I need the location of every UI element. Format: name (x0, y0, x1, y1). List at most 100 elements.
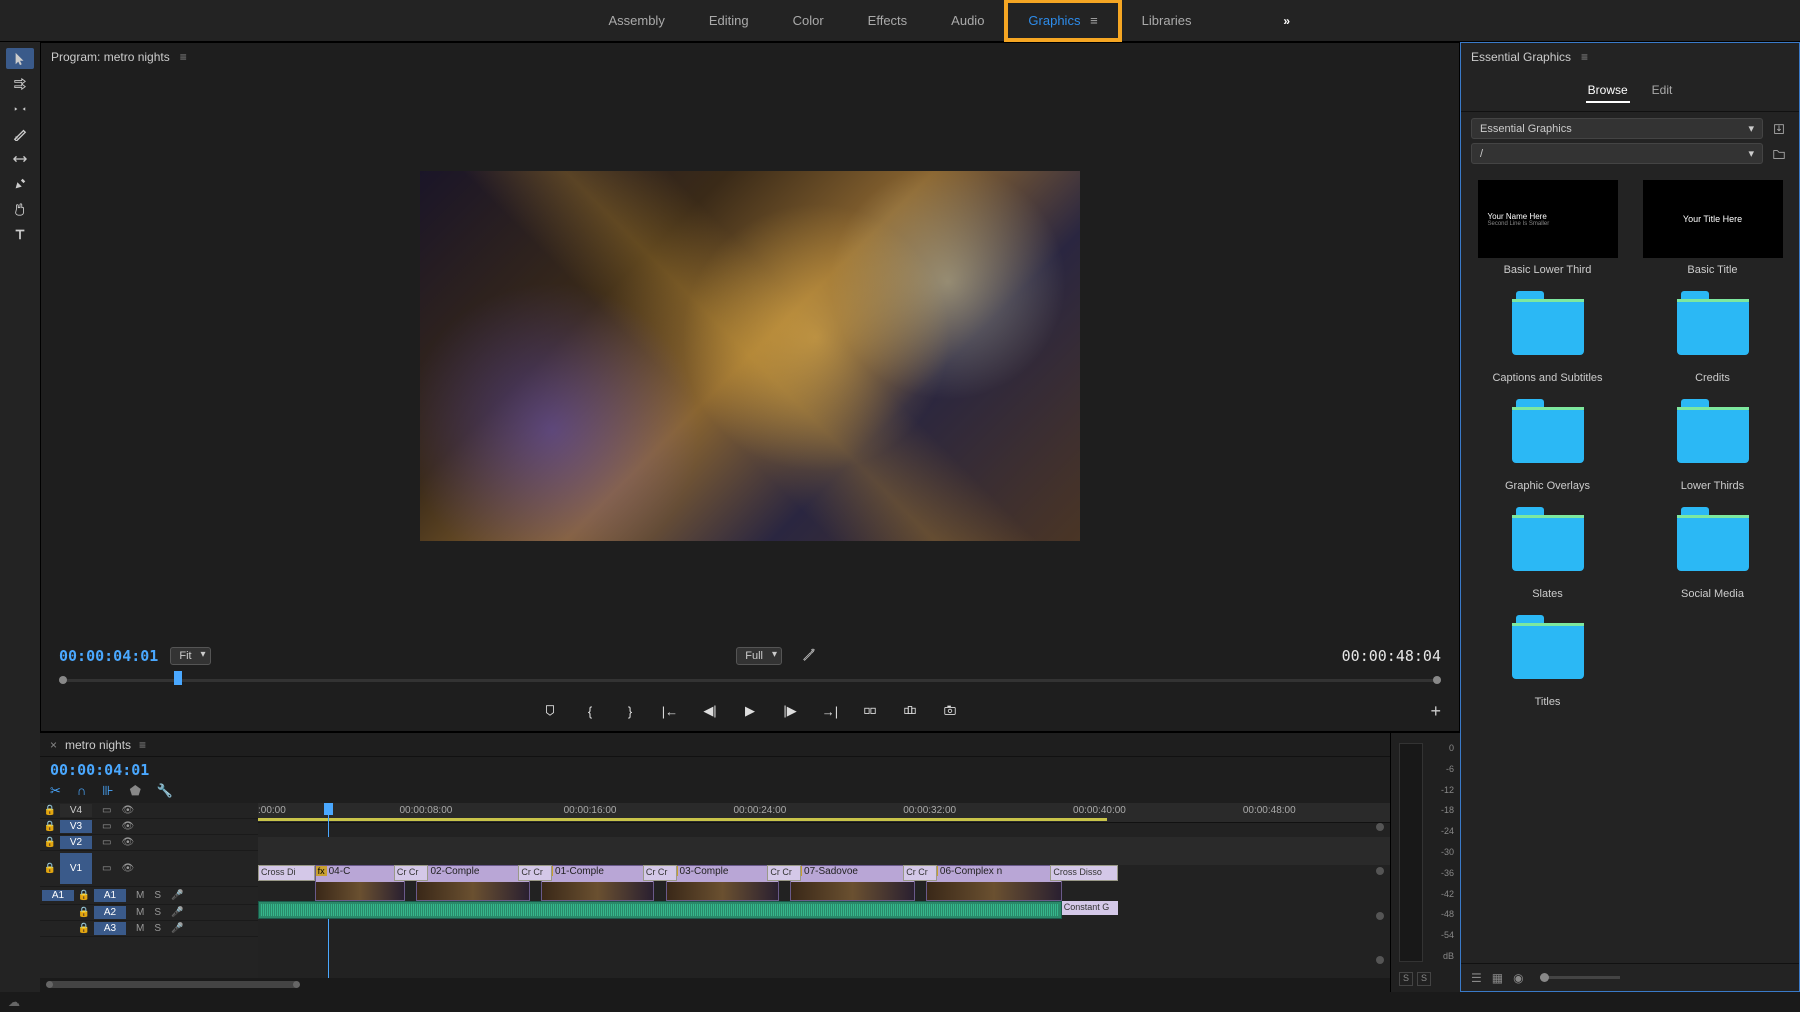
track-v4[interactable] (258, 823, 1390, 837)
timeline-tab[interactable]: × metro nights ≡ (40, 733, 1390, 757)
toggle-output-icon[interactable]: ▭ (102, 863, 111, 874)
mute-button[interactable]: M (136, 923, 144, 934)
solo-button[interactable]: S (154, 890, 161, 901)
program-panel-menu-icon[interactable]: ≡ (180, 50, 187, 64)
type-tool[interactable] (6, 223, 34, 244)
insert-mode-icon[interactable]: ✂ (50, 783, 61, 799)
video-clip[interactable]: fx04-C (315, 865, 406, 901)
eg-item[interactable]: Your Title HereBasic Title (1636, 180, 1789, 276)
video-clip[interactable]: fx01-Comple (541, 865, 654, 901)
track-a3[interactable] (258, 933, 1390, 947)
track-a2[interactable] (258, 919, 1390, 933)
eg-tab-edit[interactable]: Edit (1650, 79, 1675, 103)
eg-item[interactable]: Graphic Overlays (1471, 396, 1624, 492)
scrubber-playhead[interactable] (174, 671, 182, 685)
eg-tab-browse[interactable]: Browse (1586, 79, 1630, 103)
track-label-a1[interactable]: A1 (94, 889, 126, 902)
workspace-tab-audio[interactable]: Audio (929, 1, 1006, 40)
mark-in-icon[interactable] (541, 703, 559, 720)
voice-icon[interactable]: 🎤 (171, 890, 183, 901)
track-label-a3[interactable]: A3 (94, 922, 126, 935)
eg-thumbnail-size-slider[interactable] (1540, 976, 1620, 979)
workspace-tab-graphics[interactable]: Graphics ≡ (1006, 1, 1119, 40)
toggle-output-icon[interactable]: ▭ (102, 837, 111, 848)
track-resize-handle[interactable] (1376, 956, 1384, 964)
transition[interactable]: Cr Cr (767, 865, 801, 881)
program-viewer[interactable] (41, 71, 1459, 641)
transition[interactable]: Cr Cr (903, 865, 937, 881)
transition[interactable]: Cr Cr (518, 865, 552, 881)
timeline-tab-close-icon[interactable]: × (50, 738, 57, 752)
track-a1[interactable]: Constant G (258, 901, 1390, 919)
lock-icon[interactable]: 🔒 (74, 923, 94, 934)
track-resize-handle[interactable] (1376, 912, 1384, 920)
video-clip[interactable]: fx06-Complex n (926, 865, 1062, 901)
timeline-settings-icon[interactable]: 🔧 (157, 783, 173, 799)
program-scrubber[interactable] (59, 671, 1441, 691)
program-timecode-current[interactable]: 00:00:04:01 (59, 647, 158, 665)
razor-tool[interactable] (6, 123, 34, 144)
lock-icon[interactable]: 🔒 (40, 837, 60, 848)
track-resize-handle[interactable] (1376, 867, 1384, 875)
eg-grid-view-icon[interactable]: ▦ (1492, 971, 1503, 985)
program-zoom-select[interactable]: Fit (170, 647, 210, 665)
workspace-tab-libraries[interactable]: Libraries (1120, 1, 1214, 40)
go-to-in-button[interactable]: |← (661, 704, 679, 719)
meter-solo-right[interactable]: S (1417, 972, 1431, 986)
video-clip[interactable]: fx07-Sadovoe (790, 865, 915, 901)
eye-icon[interactable]: 👁 (121, 837, 134, 848)
eye-icon[interactable]: 👁 (121, 805, 134, 816)
selection-tool[interactable] (6, 48, 34, 69)
play-button[interactable]: ▶ (741, 703, 759, 719)
video-clip[interactable]: fx03-Comple (666, 865, 779, 901)
scrubber-start-handle[interactable] (59, 676, 67, 684)
transition[interactable]: Cr Cr (643, 865, 677, 881)
track-select-tool[interactable] (6, 73, 34, 94)
track-header-a2[interactable]: 🔒A2MS🎤 (40, 905, 258, 921)
track-label-v3[interactable]: V3 (60, 820, 92, 833)
go-to-out-button[interactable]: →| (821, 704, 839, 719)
transition[interactable]: Cross Di (258, 865, 315, 881)
workspace-overflow-button[interactable]: » (1273, 4, 1300, 38)
program-settings-icon[interactable] (802, 648, 816, 665)
audio-patch-a1[interactable]: A1 (42, 890, 74, 901)
track-header-a1[interactable]: A1🔒A1MS🎤 (40, 887, 258, 905)
track-label-v4[interactable]: V4 (60, 804, 92, 817)
track-header-v4[interactable]: 🔒V4▭👁 (40, 803, 258, 819)
voice-icon[interactable]: 🎤 (171, 923, 183, 934)
step-back-button[interactable]: ◀| (701, 703, 719, 719)
meter-solo-left[interactable]: S (1399, 972, 1413, 986)
step-forward-button[interactable]: |▶ (781, 703, 799, 719)
track-label-a2[interactable]: A2 (94, 906, 126, 919)
track-v3[interactable] (258, 837, 1390, 851)
eye-icon[interactable]: 👁 (121, 863, 134, 874)
voice-icon[interactable]: 🎤 (171, 907, 183, 918)
eg-item[interactable]: Slates (1471, 504, 1624, 600)
lock-icon[interactable]: 🔒 (40, 821, 60, 832)
eg-sort-icon[interactable]: ◉ (1513, 971, 1523, 985)
track-v2[interactable] (258, 851, 1390, 865)
workspace-tab-assembly[interactable]: Assembly (586, 1, 686, 40)
lift-button[interactable] (861, 703, 879, 720)
timeline-tracks[interactable]: :00:00 00:00:08:00 00:00:16:00 00:00:24:… (258, 803, 1390, 978)
workspace-tab-effects[interactable]: Effects (846, 1, 930, 40)
timeline-zoom-scrollbar[interactable] (40, 978, 1390, 992)
audio-effect[interactable]: Constant G (1062, 901, 1119, 915)
lock-icon[interactable]: 🔒 (74, 890, 94, 901)
mute-button[interactable]: M (136, 907, 144, 918)
track-header-v1[interactable]: 🔒V1▭👁 (40, 851, 258, 887)
eg-library-select[interactable]: Essential Graphics▾ (1471, 118, 1763, 139)
mark-in-button[interactable]: { (581, 704, 599, 719)
slip-tool[interactable] (6, 148, 34, 169)
linked-selection-icon[interactable]: ⊪ (102, 783, 113, 799)
video-clip[interactable]: fx02-Comple (416, 865, 529, 901)
pen-tool[interactable] (6, 173, 34, 194)
eg-folder-icon[interactable] (1769, 144, 1789, 164)
lock-icon[interactable]: 🔒 (40, 863, 60, 874)
audio-clip[interactable] (258, 901, 1062, 919)
toggle-output-icon[interactable]: ▭ (102, 805, 111, 816)
track-v1[interactable]: fx04-C fx02-Comple fx01-Comple fx03-Comple f… (258, 865, 1390, 901)
track-header-v2[interactable]: 🔒V2▭👁 (40, 835, 258, 851)
marker-icon[interactable]: ⬟ (130, 783, 141, 799)
toggle-output-icon[interactable]: ▭ (102, 821, 111, 832)
